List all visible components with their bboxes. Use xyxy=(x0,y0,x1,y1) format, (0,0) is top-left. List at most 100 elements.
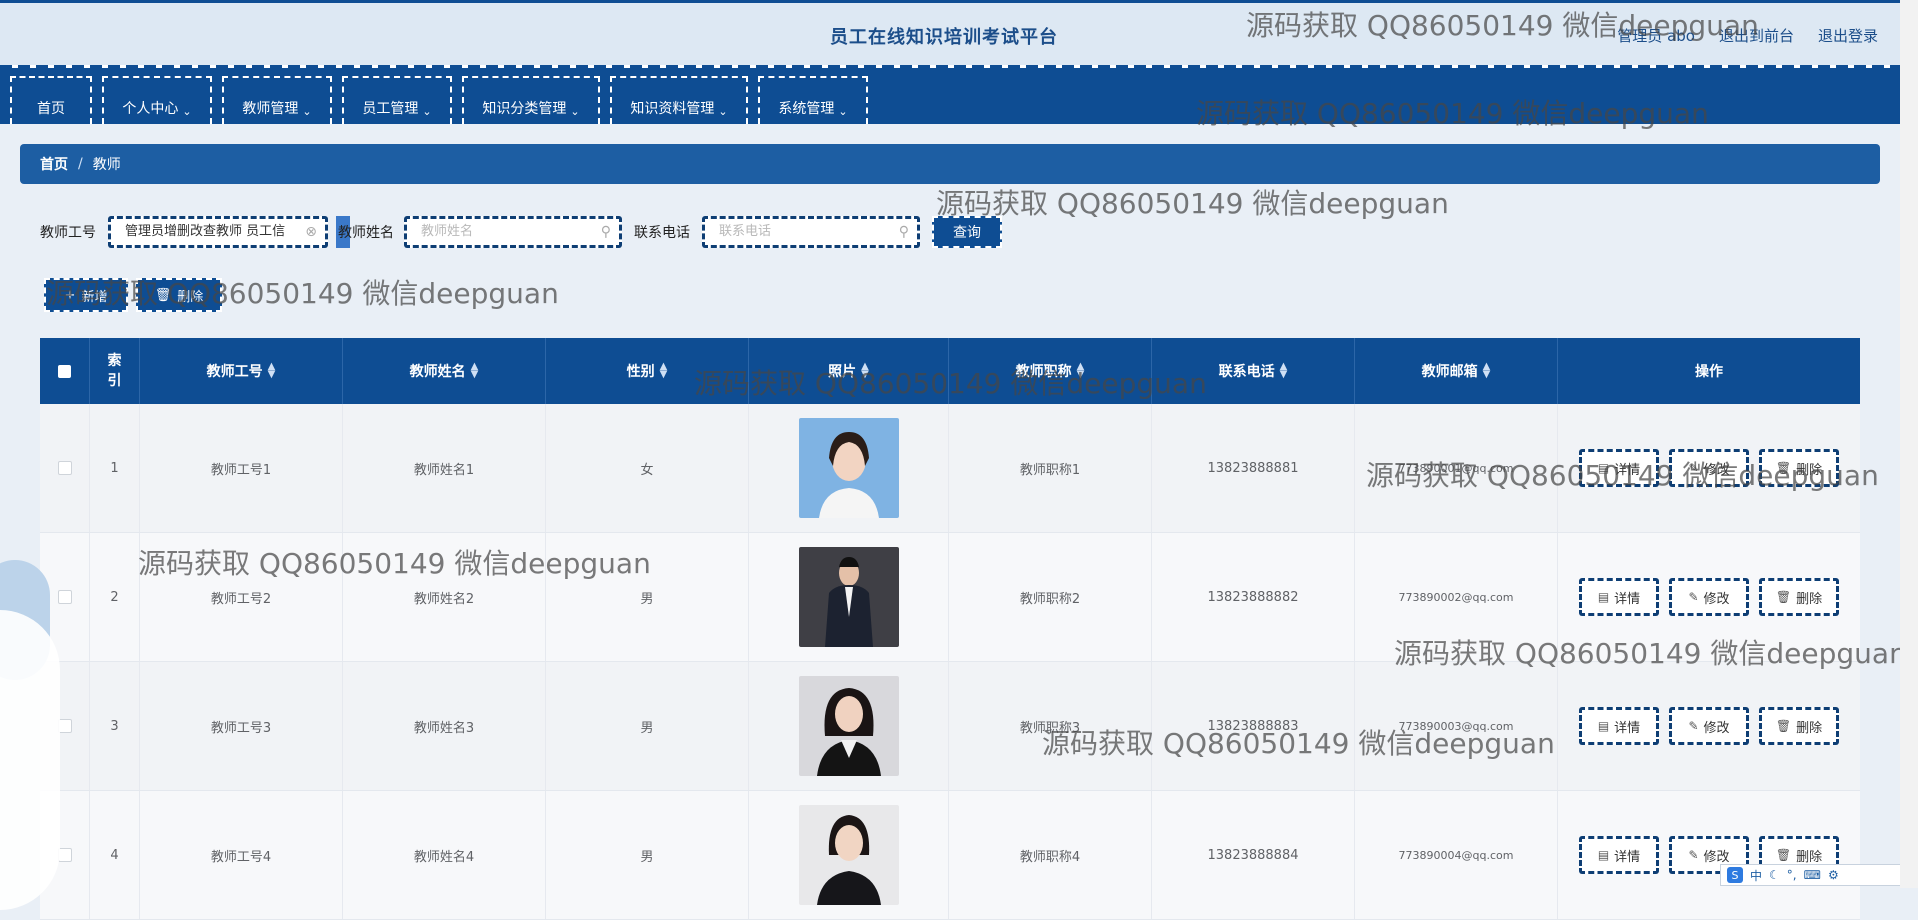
detail-button[interactable]: ▤ 详情 xyxy=(1579,707,1659,745)
detail-button[interactable]: ▤ 详情 xyxy=(1579,449,1659,487)
phone-cell: 13823888882 xyxy=(1152,533,1355,661)
header-gender-label: 性别 xyxy=(626,364,655,380)
ime-logo-icon[interactable]: S xyxy=(1727,867,1743,883)
nav-knowledge-material-label: 知识资料管理 xyxy=(630,101,715,117)
select-all-checkbox[interactable] xyxy=(58,364,71,378)
detail-button[interactable]: ▤ 详情 xyxy=(1579,578,1659,616)
trash-icon: 🗑 xyxy=(154,287,172,303)
teacher-photo[interactable] xyxy=(798,418,899,518)
row-select-cell xyxy=(40,404,90,532)
header-teacher-name[interactable]: 教师姓名 ▲ ▼ xyxy=(343,338,546,404)
sort-icon[interactable]: ▲ ▼ xyxy=(1077,362,1085,380)
delete-button[interactable]: 🗑 删除 xyxy=(1759,707,1839,745)
sort-icon[interactable]: ▲ ▼ xyxy=(471,362,479,380)
document-icon: ▤ xyxy=(1597,848,1610,862)
clear-icon[interactable]: ⊗ xyxy=(305,219,317,245)
header-photo[interactable]: 照片 ▲ ▼ xyxy=(749,338,949,404)
nav-teacher-mgmt[interactable]: 教师管理 ⌄ xyxy=(222,76,332,124)
row-checkbox[interactable] xyxy=(57,461,72,475)
teacher-title-cell: 教师职称3 xyxy=(949,662,1152,790)
photo-cell xyxy=(749,791,949,919)
sort-icon[interactable]: ▲ ▼ xyxy=(1280,362,1288,380)
search-icon: ⚲ xyxy=(600,224,611,240)
table-row: 1 教师工号1 教师姓名1 女 教师职称1 13823888881 773890… xyxy=(40,404,1860,533)
nav-home-label: 首页 xyxy=(37,101,65,117)
email-cell: 773890001@qq.com xyxy=(1355,404,1558,532)
photo-cell xyxy=(749,533,949,661)
edit-button-label: 修改 xyxy=(1703,849,1730,865)
header-actions-label: 操作 xyxy=(1695,364,1723,380)
keyboard-icon[interactable]: ⌨ xyxy=(1804,868,1821,882)
header-index-label: 索引 xyxy=(107,353,122,389)
scrollbar[interactable] xyxy=(1900,0,1918,888)
sort-icon[interactable]: ▲ ▼ xyxy=(268,362,276,380)
breadcrumb-current: 教师 xyxy=(92,157,121,173)
back-to-front-link[interactable]: 退出到前台 xyxy=(1719,25,1794,46)
header-teacher-no[interactable]: 教师工号 ▲ ▼ xyxy=(140,338,343,404)
teacher-name-input[interactable]: 教师姓名 ⚲ xyxy=(404,216,622,248)
document-icon: ▤ xyxy=(1597,590,1610,604)
actions-cell: ▤ 详情 ✎ 修改 🗑 删除 xyxy=(1558,662,1860,790)
add-button[interactable]: + 新增 xyxy=(44,278,128,312)
teacher-no-input[interactable]: 管理员增删改查教师 员工信 ⊗ xyxy=(108,216,328,248)
admin-user-link[interactable]: 管理员 abo xyxy=(1617,25,1695,46)
teacher-photo[interactable] xyxy=(798,805,899,905)
pencil-icon: ✎ xyxy=(1688,590,1699,604)
batch-delete-button[interactable]: 🗑 删除 xyxy=(136,278,222,312)
sort-icon[interactable]: ▲ ▼ xyxy=(660,362,668,380)
delete-button[interactable]: 🗑 删除 xyxy=(1759,449,1839,487)
chevron-down-icon: ⌄ xyxy=(570,105,580,118)
teacher-title-cell: 教师职称1 xyxy=(949,404,1152,532)
delete-button-label: 删除 xyxy=(1796,591,1823,607)
ime-toolbar: S 中 ☾ °, ⌨ ⚙ xyxy=(1720,864,1910,886)
edit-button-label: 修改 xyxy=(1703,462,1730,478)
chevron-down-icon: ⌄ xyxy=(422,105,432,118)
teacher-photo[interactable] xyxy=(798,676,899,776)
delete-button[interactable]: 🗑 删除 xyxy=(1759,578,1839,616)
ime-mode[interactable]: 中 xyxy=(1750,867,1762,884)
phone-cell: 13823888884 xyxy=(1152,791,1355,919)
nav-knowledge-material-mgmt[interactable]: 知识资料管理 ⌄ xyxy=(610,76,748,124)
teacher-name-label: 教师姓名 xyxy=(338,225,394,241)
teacher-no-cell: 教师工号1 xyxy=(140,404,343,532)
phone-input[interactable]: 联系电话 ⚲ xyxy=(702,216,920,248)
teacher-title-cell: 教师职称2 xyxy=(949,533,1152,661)
trash-icon: 🗑 xyxy=(1775,719,1792,733)
header-phone[interactable]: 联系电话 ▲ ▼ xyxy=(1152,338,1355,404)
edit-button[interactable]: ✎ 修改 xyxy=(1669,578,1749,616)
query-button[interactable]: 查询 xyxy=(932,216,1002,248)
settings-icon[interactable]: ⚙ xyxy=(1828,868,1839,882)
moon-icon[interactable]: ☾ xyxy=(1769,868,1780,882)
punctuation-icon[interactable]: °, xyxy=(1787,868,1797,882)
teacher-title-cell: 教师职称4 xyxy=(949,791,1152,919)
teacher-photo[interactable] xyxy=(798,547,899,647)
index-cell: 4 xyxy=(90,791,140,919)
header-email[interactable]: 教师邮箱 ▲ ▼ xyxy=(1355,338,1558,404)
detail-button[interactable]: ▤ 详情 xyxy=(1579,836,1659,874)
header-photo-label: 照片 xyxy=(828,364,857,380)
table-row: 3 教师工号3 教师姓名3 男 教师职称3 13823888883 773890… xyxy=(40,662,1860,791)
header-gender[interactable]: 性别 ▲ ▼ xyxy=(546,338,749,404)
edit-button[interactable]: ✎ 修改 xyxy=(1669,707,1749,745)
teacher-name-cell: 教师姓名3 xyxy=(343,662,546,790)
sort-icon[interactable]: ▲ ▼ xyxy=(861,362,869,380)
nav-home[interactable]: 首页 xyxy=(10,76,92,124)
row-checkbox[interactable] xyxy=(57,590,72,604)
header-teacher-title[interactable]: 教师职称 ▲ ▼ xyxy=(949,338,1152,404)
teacher-name-cell: 教师姓名2 xyxy=(343,533,546,661)
main-nav: 首页 个人中心 ⌄ 教师管理 ⌄ 员工管理 ⌄ 知识分类管理 ⌄ 知识资料管理 ⌄ 系统管… xyxy=(0,68,1900,124)
edit-button[interactable]: ✎ 修改 xyxy=(1669,449,1749,487)
nav-knowledge-category-mgmt[interactable]: 知识分类管理 ⌄ xyxy=(462,76,600,124)
nav-employee-mgmt[interactable]: 员工管理 ⌄ xyxy=(342,76,452,124)
header-teacher-name-label: 教师姓名 xyxy=(409,364,466,380)
phone-label: 联系电话 xyxy=(634,225,690,241)
edit-button-label: 修改 xyxy=(1703,720,1730,736)
logout-link[interactable]: 退出登录 xyxy=(1818,25,1878,46)
sort-icon[interactable]: ▲ ▼ xyxy=(1483,362,1491,380)
top-header: 员工在线知识培训考试平台 管理员 abo 退出到前台 退出登录 xyxy=(0,0,1918,68)
teacher-no-cell: 教师工号2 xyxy=(140,533,343,661)
table-row: 2 教师工号2 教师姓名2 男 教师职称2 13823888882 773890… xyxy=(40,533,1860,662)
nav-system-mgmt[interactable]: 系统管理 ⌄ xyxy=(758,76,868,124)
nav-personal-center[interactable]: 个人中心 ⌄ xyxy=(102,76,212,124)
breadcrumb-home[interactable]: 首页 xyxy=(40,154,68,174)
